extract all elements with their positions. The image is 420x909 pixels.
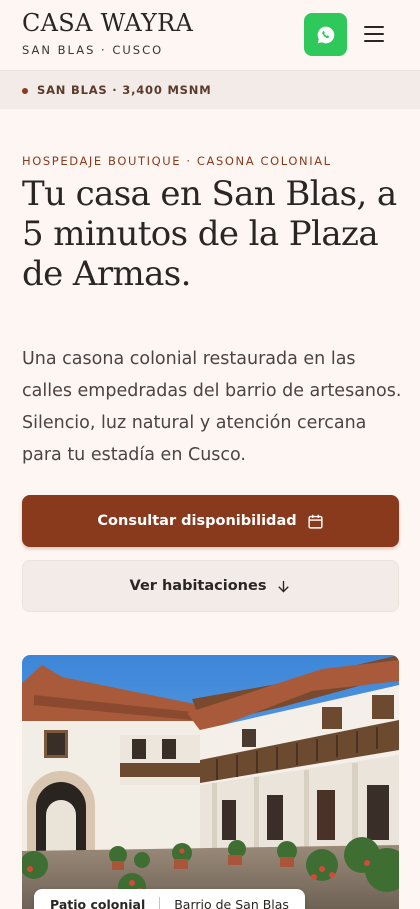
- menu-icon-line: [364, 40, 384, 42]
- view-rooms-button[interactable]: Ver habitaciones: [22, 560, 399, 612]
- location-bar: SAN BLAS · 3,400 MSNM: [0, 70, 420, 109]
- location-dot-icon: [22, 88, 28, 94]
- site-header: CASA WAYRA SAN BLAS · CUSCO: [0, 0, 420, 70]
- tab-barrio-san-blas[interactable]: Barrio de San Blas: [170, 897, 293, 909]
- whatsapp-icon: [317, 26, 334, 43]
- calendar-icon: [308, 514, 323, 529]
- check-availability-label: Consultar disponibilidad: [97, 513, 297, 529]
- menu-icon-line: [364, 26, 384, 28]
- check-availability-button[interactable]: Consultar disponibilidad: [22, 495, 399, 547]
- menu-button[interactable]: [362, 22, 386, 46]
- courtyard-photo: [22, 655, 399, 909]
- brand-title[interactable]: CASA WAYRA: [22, 9, 193, 37]
- arrow-down-icon: [278, 580, 290, 592]
- whatsapp-button[interactable]: [304, 13, 347, 56]
- tab-divider: [159, 897, 161, 909]
- location-text: SAN BLAS · 3,400 MSNM: [37, 83, 212, 97]
- hero-headline: Tu casa en San Blas, a 5 minutos de la P…: [22, 174, 397, 294]
- gallery-tabs: Patio colonial Barrio de San Blas: [34, 889, 305, 909]
- menu-icon-line: [364, 33, 384, 35]
- hero-eyebrow: HOSPEDAJE BOUTIQUE · CASONA COLONIAL: [22, 154, 332, 168]
- brand-subtitle: SAN BLAS · CUSCO: [22, 43, 164, 57]
- hero-description: Una casona colonial restaurada en las ca…: [22, 349, 402, 465]
- view-rooms-label: Ver habitaciones: [129, 578, 267, 594]
- tab-patio-colonial[interactable]: Patio colonial: [46, 897, 149, 909]
